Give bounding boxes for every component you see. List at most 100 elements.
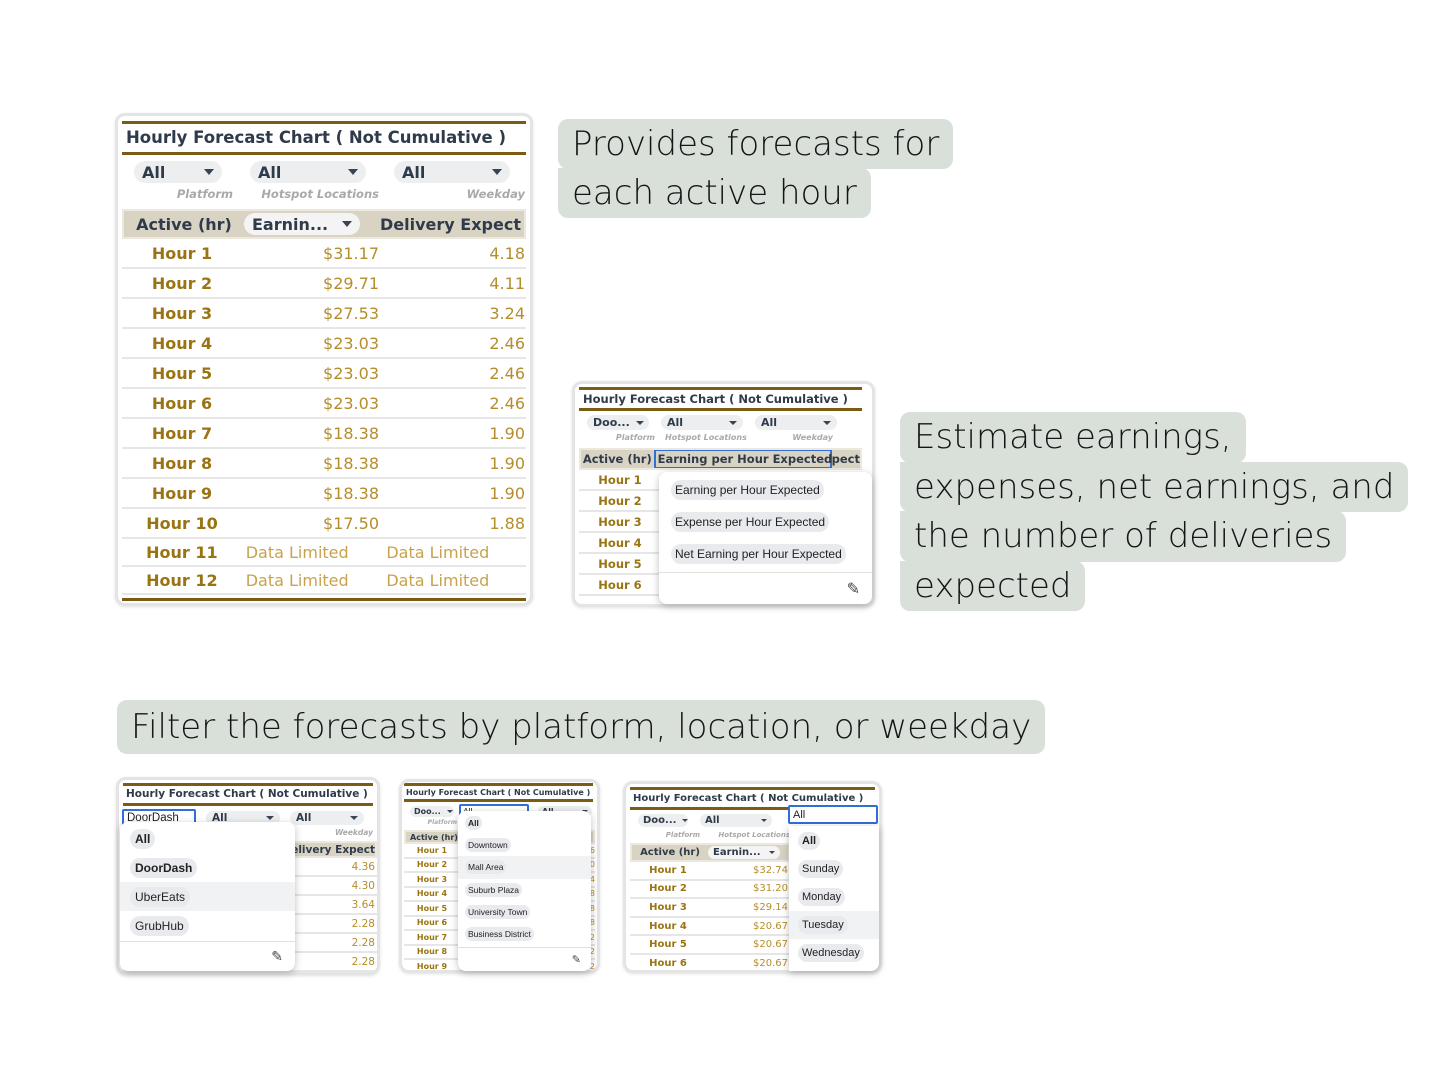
- column-header-active[interactable]: Active (hr): [632, 847, 708, 858]
- filter-labels: Platform Hotspot Locations Weekday: [575, 430, 872, 444]
- pencil-icon[interactable]: ✎: [271, 948, 283, 965]
- weekday-option[interactable]: Sunday: [789, 855, 879, 883]
- delivery-cell: 1.90: [489, 453, 525, 473]
- weekday-filter-open[interactable]: All: [788, 805, 878, 824]
- location-option[interactable]: Mall Area: [458, 856, 591, 879]
- metric-option[interactable]: Expense per Hour Expected: [659, 506, 872, 538]
- platform-filter[interactable]: Doo...: [638, 814, 688, 827]
- table-row: Hour 2 $31.20: [630, 881, 790, 900]
- location-option[interactable]: Suburb Plaza: [458, 879, 591, 901]
- platform-label: Platform: [176, 187, 233, 201]
- platform-filter[interactable]: Doo...: [410, 805, 454, 817]
- weekday-options: All Sunday Monday Tuesday Wednesday: [789, 827, 879, 967]
- table-header: Active (hr) Earnin... Delivery Expect: [122, 209, 526, 239]
- delivery-cell: 2.46: [489, 393, 525, 413]
- pencil-icon[interactable]: ✎: [572, 953, 581, 966]
- chevron-down-icon: [266, 815, 274, 820]
- earning-cell: Data Limited: [245, 542, 349, 562]
- location-option[interactable]: University Town: [458, 901, 591, 923]
- hour-cell: Hour 4: [151, 333, 213, 353]
- platform-option[interactable]: All: [120, 824, 295, 853]
- delivery-cell: 4.18: [489, 243, 525, 263]
- weekday-option[interactable]: Wednesday: [789, 939, 879, 967]
- hour-cell: Hour 1: [598, 472, 642, 487]
- column-header-delivery-partial: pect: [831, 452, 860, 466]
- weekday-filter[interactable]: All: [755, 415, 837, 430]
- earning-cell: $32.74: [753, 864, 788, 876]
- location-label: Hotspot Locations: [261, 187, 379, 201]
- option-label: GrubHub: [130, 915, 189, 936]
- chevron-down-icon: [350, 815, 358, 820]
- platform-option[interactable]: GrubHub: [120, 911, 295, 940]
- column-header-active[interactable]: Active (hr): [124, 215, 244, 234]
- weekday-filter-value: All: [296, 811, 312, 824]
- metric-option[interactable]: Net Earning per Hour Expected: [659, 538, 872, 570]
- weekday-option[interactable]: Tuesday: [789, 911, 879, 939]
- option-label: DoorDash: [130, 857, 198, 878]
- weekday-option[interactable]: All: [789, 827, 879, 855]
- table-row: Hour 8 $18.38 1.90: [122, 449, 526, 479]
- location-filter[interactable]: All: [250, 161, 366, 183]
- location-filter-value: All: [705, 815, 720, 826]
- chevron-down-icon: [446, 809, 453, 813]
- platform-filter-value: Doo...: [643, 815, 677, 826]
- hour-cell: Hour 6: [416, 918, 448, 928]
- earning-cell: $18.38: [323, 453, 379, 473]
- metric-options: Earning per Hour Expected Expense per Hou…: [659, 474, 872, 570]
- table-row: Hour 9 $18.38 1.90: [122, 479, 526, 509]
- delivery-cell: Data Limited: [386, 570, 490, 590]
- location-option[interactable]: Downtown: [458, 834, 591, 856]
- platform-filter[interactable]: All: [134, 161, 222, 183]
- location-option[interactable]: All: [458, 812, 591, 834]
- pencil-icon[interactable]: ✎: [847, 579, 860, 599]
- option-label: Monday: [798, 888, 846, 906]
- delivery-cell: 3.64: [351, 898, 375, 911]
- column-header-delivery[interactable]: Delivery Expect: [282, 844, 375, 856]
- delivery-cell: 4.11: [489, 273, 525, 293]
- metric-column-selector-open[interactable]: Earning per Hour Expected: [653, 450, 832, 468]
- metric-column-selector[interactable]: Earnin...: [244, 213, 360, 235]
- weekday-filter-value: All: [761, 416, 778, 429]
- platform-filter[interactable]: Doo...: [587, 415, 649, 430]
- menu-footer: ✎: [120, 941, 295, 971]
- filter-bar: All All All: [118, 155, 530, 183]
- delivery-cell: 4.36: [351, 860, 375, 873]
- location-label: Hotspot Locations: [718, 831, 790, 839]
- platform-filter-value: Doo...: [593, 416, 630, 429]
- location-filter[interactable]: All: [661, 415, 743, 430]
- chevron-down-icon: [761, 819, 767, 822]
- table-row: Hour 1 $32.74: [630, 862, 790, 881]
- platform-option[interactable]: UberEats: [120, 882, 295, 911]
- weekday-filter-value: All: [793, 808, 806, 821]
- location-filter[interactable]: All: [700, 814, 772, 827]
- metric-column-selector[interactable]: Earnin...: [708, 846, 780, 859]
- table-row: Hour 3 $29.14: [630, 899, 790, 918]
- platform-option[interactable]: DoorDash: [120, 853, 295, 882]
- metric-option[interactable]: Earning per Hour Expected: [659, 474, 872, 506]
- column-header-active[interactable]: Active (hr): [581, 452, 654, 466]
- table-row: Hour 5 $23.03 2.46: [122, 359, 526, 389]
- option-label: Downtown: [465, 838, 511, 853]
- metric-column-value: Earnin...: [713, 847, 761, 858]
- filter-labels: Platform Hotspot Locations Weekday: [118, 183, 530, 205]
- option-label: Mall Area: [465, 860, 507, 875]
- hour-cell: Hour 4: [416, 889, 448, 899]
- column-header-active[interactable]: Active (hr): [406, 833, 462, 842]
- chevron-down-icon: [769, 851, 775, 854]
- chevron-down-icon: [342, 221, 352, 227]
- weekday-filter[interactable]: All: [290, 810, 364, 825]
- weekday-filter[interactable]: All: [394, 161, 510, 183]
- caption-line: the number of deliveries: [900, 511, 1347, 562]
- column-header-delivery[interactable]: Delivery Expect: [380, 215, 521, 234]
- platform-label: Platform: [427, 819, 457, 826]
- caption-line: Estimate earnings,: [900, 412, 1246, 463]
- option-label: Sunday: [798, 860, 844, 878]
- menu-footer: ✎: [458, 947, 591, 971]
- location-label: Hotspot Locations: [665, 433, 747, 442]
- hour-cell: Hour 2: [598, 493, 642, 508]
- hour-cell: Hour 5: [151, 363, 213, 383]
- platform-dropdown-menu: All DoorDash UberEats GrubHub ✎: [120, 822, 295, 971]
- weekday-option[interactable]: Monday: [789, 883, 879, 911]
- hour-cell: Hour 5: [598, 556, 642, 571]
- location-option[interactable]: Business District: [458, 923, 591, 945]
